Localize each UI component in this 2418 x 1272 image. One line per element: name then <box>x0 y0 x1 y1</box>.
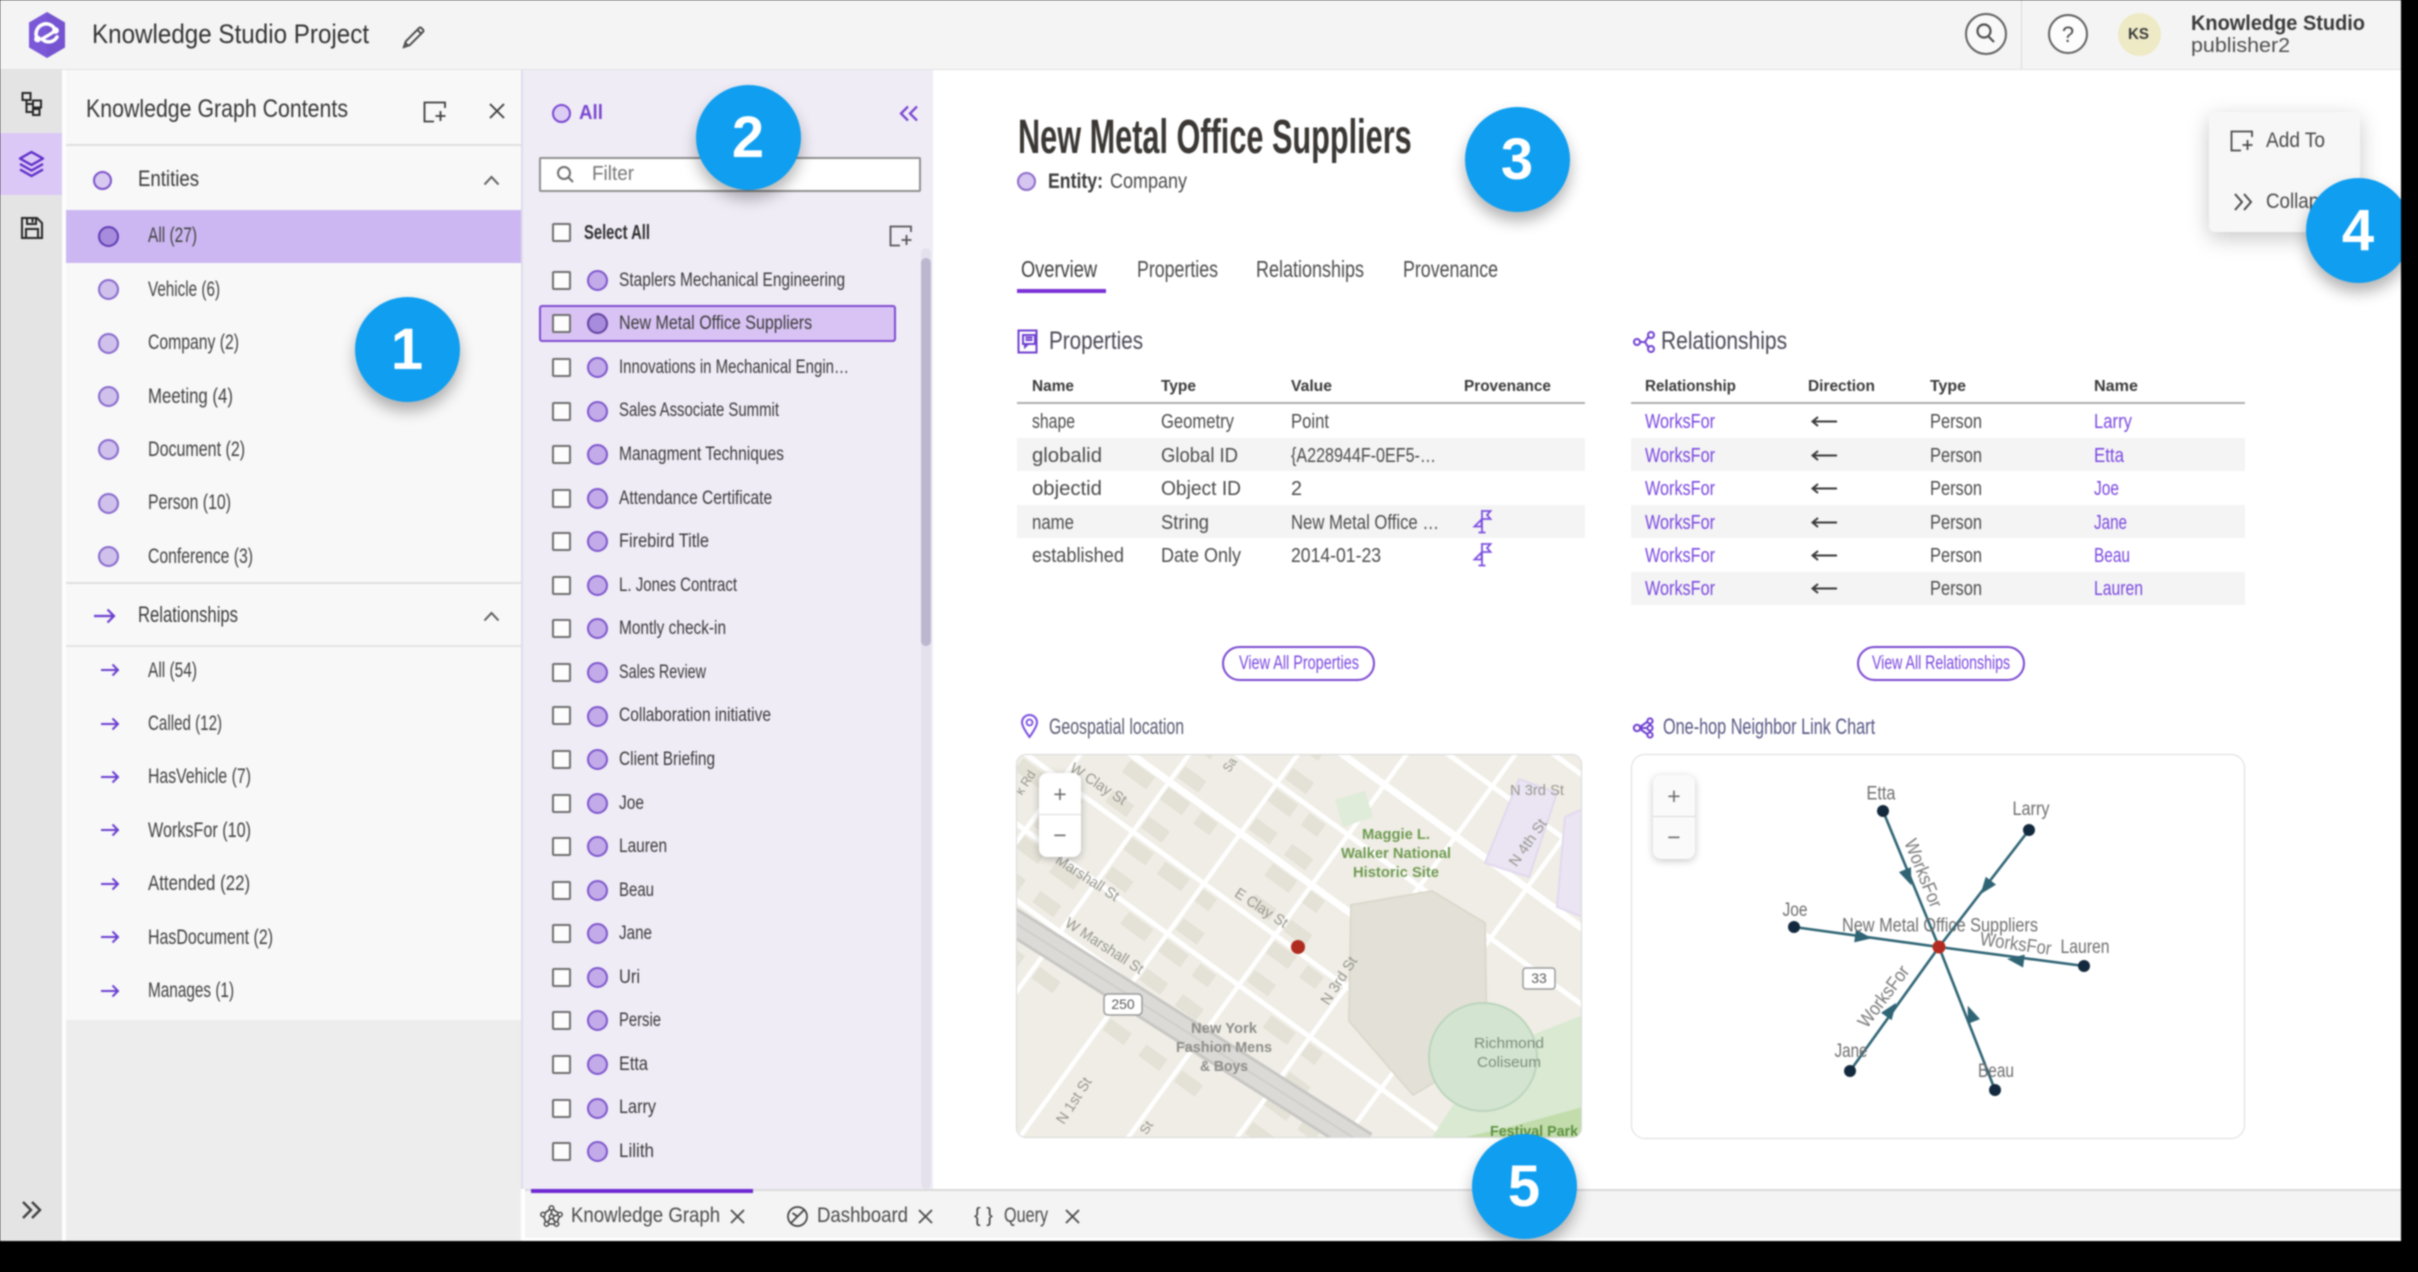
svg-text:Jane: Jane <box>1835 1041 1868 1062</box>
svg-text:Larry: Larry <box>2013 799 2050 820</box>
svg-text:Lauren: Lauren <box>2061 937 2110 958</box>
svg-text:& Boys: & Boys <box>1200 1058 1248 1075</box>
svg-text:Beau: Beau <box>1978 1061 2014 1082</box>
svg-text:Coliseum: Coliseum <box>1477 1054 1541 1071</box>
svg-text:33: 33 <box>1531 970 1547 986</box>
svg-text:Joe: Joe <box>1783 900 1808 921</box>
svg-text:N 3rd St: N 3rd St <box>1510 782 1565 799</box>
svg-text:Maggie L.: Maggie L. <box>1362 826 1430 843</box>
svg-text:WorksFor: WorksFor <box>1979 929 2054 960</box>
svg-text:Richmond: Richmond <box>1474 1035 1544 1052</box>
svg-text:Etta: Etta <box>1867 784 1896 805</box>
svg-text:Historic Site: Historic Site <box>1353 864 1439 881</box>
svg-text:New York: New York <box>1191 1020 1258 1037</box>
svg-text:250: 250 <box>1111 996 1135 1012</box>
svg-text:Fashion Mens: Fashion Mens <box>1176 1039 1272 1056</box>
svg-text:?: ? <box>2062 22 2074 47</box>
svg-text:Walker National: Walker National <box>1341 845 1451 862</box>
